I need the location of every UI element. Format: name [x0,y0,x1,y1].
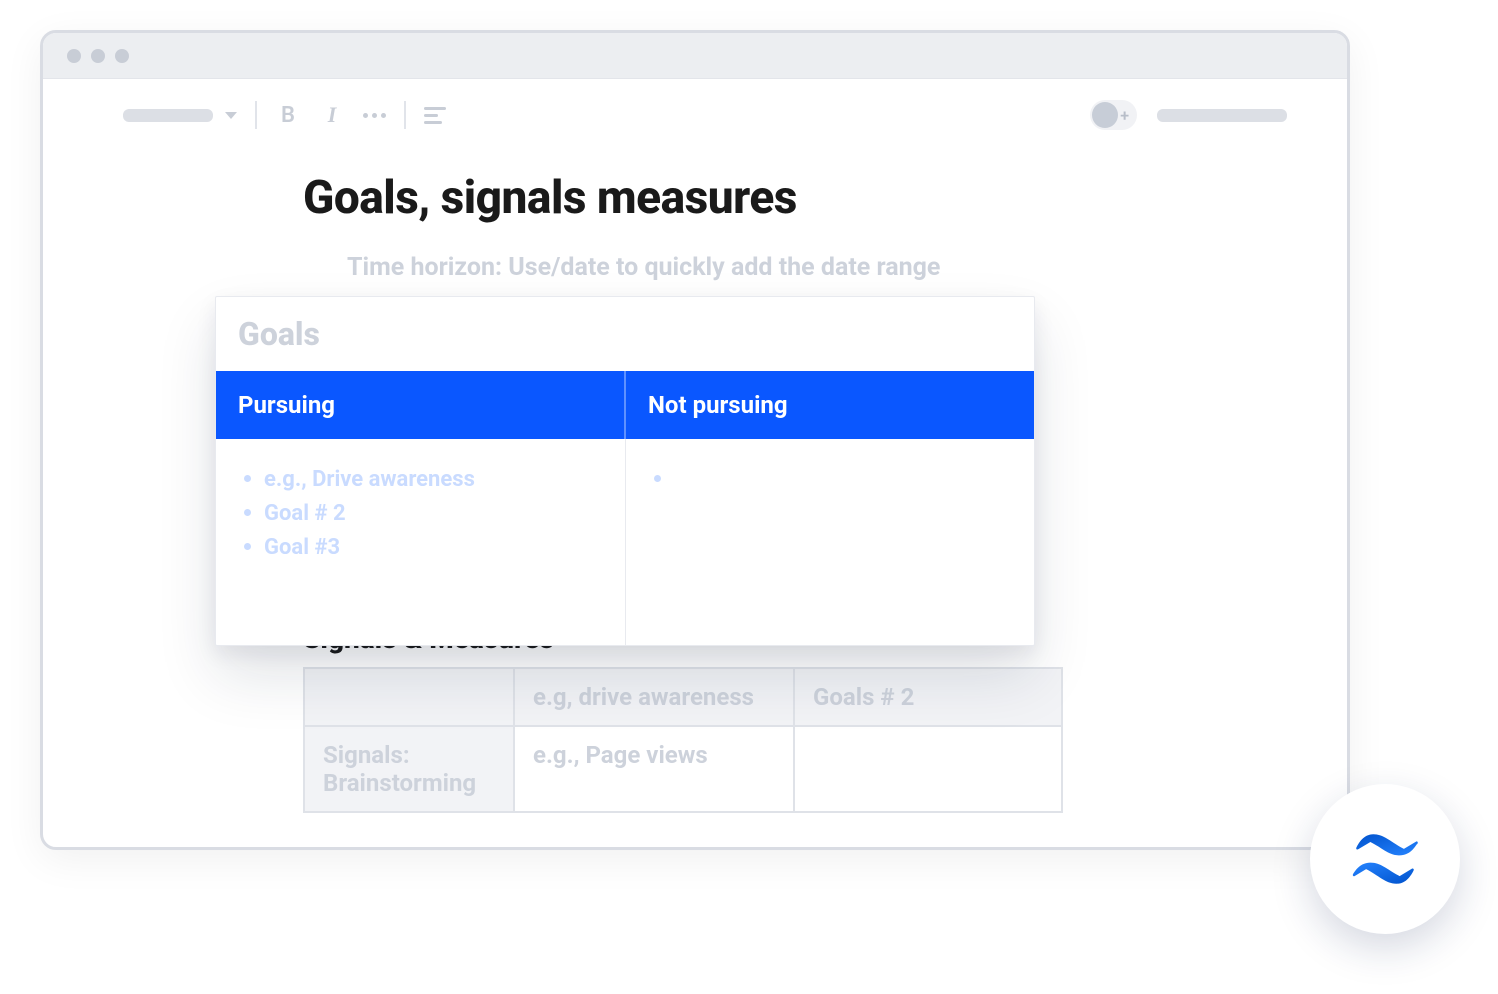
avatar-icon [1092,102,1118,128]
add-collaborator-button[interactable]: + [1090,100,1137,130]
table-header[interactable]: Goals # 2 [794,668,1062,726]
chevron-down-icon[interactable] [225,112,237,119]
toolbar-divider [255,101,257,129]
bold-button[interactable]: B [275,103,301,128]
toolbar-right-group: + [1090,100,1287,130]
window-minimize-dot[interactable] [91,49,105,63]
list-item[interactable]: Goal # 2 [238,497,603,531]
publish-button[interactable] [1157,109,1287,122]
table-cell[interactable] [794,726,1062,812]
toolbar-left-group: B I [123,101,446,129]
page-title[interactable]: Goals, signals measures [303,171,1267,225]
list-item[interactable]: Goal #3 [238,531,603,565]
window-close-dot[interactable] [67,49,81,63]
window-maximize-dot[interactable] [115,49,129,63]
more-formatting-button[interactable] [363,113,386,118]
table-row: e.g, drive awareness Goals # 2 [304,668,1062,726]
style-dropdown[interactable] [123,109,213,122]
table-cell[interactable]: e.g., Page views [514,726,794,812]
goals-table[interactable]: Pursuing Not pursuing e.g., Drive awaren… [216,371,1034,645]
align-left-icon[interactable] [424,107,446,124]
row-label[interactable]: Signals: Brainstorming [304,726,514,812]
table-header-empty [304,668,514,726]
editor-toolbar: B I + [43,79,1347,151]
time-horizon-hint[interactable]: Time horizon: Use/date to quickly add th… [347,253,1267,282]
goals-heading[interactable]: Goals [216,297,1034,371]
not-pursuing-cell[interactable] [625,439,1034,645]
list-item[interactable]: e.g., Drive awareness [238,463,603,497]
table-row: Signals: Brainstorming e.g., Page views [304,726,1062,812]
goals-overlay-card: Goals Pursuing Not pursuing e.g., Drive … [215,296,1035,646]
empty-bullet-icon [654,475,661,482]
signals-measures-table[interactable]: e.g, drive awareness Goals # 2 Signals: … [303,667,1063,813]
confluence-badge[interactable] [1310,784,1460,934]
plus-icon: + [1120,106,1129,125]
not-pursuing-header[interactable]: Not pursuing [625,371,1034,439]
confluence-icon [1346,820,1424,898]
window-title-bar [43,33,1347,79]
pursuing-cell[interactable]: e.g., Drive awareness Goal # 2 Goal #3 [216,439,625,645]
table-header[interactable]: e.g, drive awareness [514,668,794,726]
pursuing-list: e.g., Drive awareness Goal # 2 Goal #3 [238,463,603,565]
italic-button[interactable]: I [319,102,345,128]
toolbar-divider [404,101,406,129]
pursuing-header[interactable]: Pursuing [216,371,625,439]
